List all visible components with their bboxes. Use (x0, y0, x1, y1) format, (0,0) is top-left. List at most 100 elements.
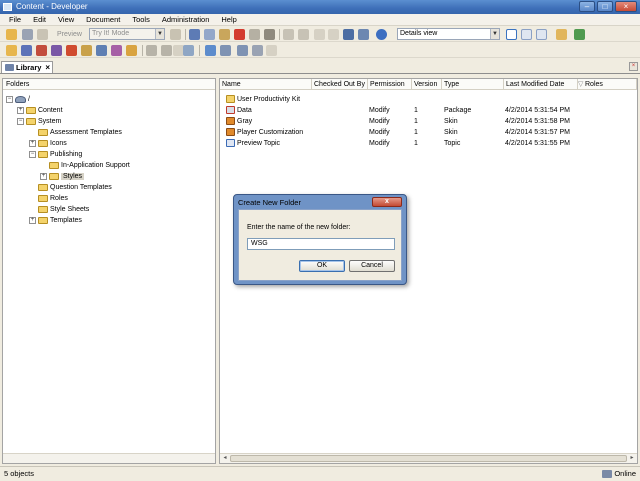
table-row[interactable]: Player Customization Modify 1 Skin 4/2/2… (220, 127, 637, 138)
dropdown-icon[interactable] (266, 45, 277, 56)
view-combo[interactable]: Details view ▼ (397, 28, 500, 40)
workflow-icon[interactable] (237, 45, 248, 56)
ok-button[interactable]: OK (299, 260, 345, 272)
details-view-icon[interactable] (506, 29, 517, 40)
record-icon[interactable] (170, 29, 181, 40)
expand-icon[interactable] (314, 29, 325, 40)
type-cell: Package (444, 107, 472, 114)
check-in-icon[interactable] (205, 45, 216, 56)
new-package-icon[interactable] (81, 45, 92, 56)
menu-tools[interactable]: Tools (126, 14, 156, 25)
new-folder-icon[interactable] (6, 45, 17, 56)
tree-item-templates[interactable]: + Templates (29, 215, 82, 226)
tree-item-in-application-support[interactable]: In-Application Support (49, 160, 130, 171)
menu-view[interactable]: View (52, 14, 80, 25)
close-tab-icon[interactable]: × (45, 62, 50, 73)
mode-combo[interactable]: Try It! Mode ▼ (89, 28, 165, 40)
version-cell: 1 (414, 140, 418, 147)
collapse-icon[interactable] (328, 29, 339, 40)
expand-icon[interactable]: + (29, 216, 36, 224)
collapse-icon[interactable]: − (17, 117, 24, 125)
undo-icon[interactable] (283, 29, 294, 40)
tree-item-question-templates[interactable]: Question Templates (38, 182, 112, 193)
copy-icon[interactable] (204, 29, 215, 40)
scroll-right-icon[interactable]: ▸ (627, 454, 637, 463)
spellcheck-icon[interactable] (358, 29, 369, 40)
properties-icon[interactable] (249, 29, 260, 40)
column-header-version[interactable]: Version (412, 79, 442, 90)
scroll-left-icon[interactable]: ◂ (220, 454, 230, 463)
save-icon[interactable] (22, 29, 33, 40)
column-header-checked-out-by[interactable]: Checked Out By (312, 79, 368, 90)
split-view-icon[interactable] (521, 29, 532, 40)
column-header-name[interactable]: Name (220, 79, 312, 90)
column-header-roles[interactable]: ▽ Roles (578, 79, 637, 90)
preview-button[interactable]: Preview (57, 29, 82, 40)
find-icon[interactable] (264, 29, 275, 40)
paste-icon[interactable] (219, 29, 230, 40)
table-row[interactable]: User Productivity Kit (220, 94, 637, 105)
open-icon[interactable] (6, 29, 17, 40)
tree-item-styles[interactable]: + Styles (40, 171, 85, 182)
new-question-icon[interactable] (96, 45, 107, 56)
new-glossary-icon[interactable] (126, 45, 137, 56)
edit-icon[interactable] (183, 45, 194, 56)
delete-icon[interactable] (234, 29, 245, 40)
folder-icon (38, 216, 48, 224)
minimize-button[interactable]: – (579, 1, 595, 12)
folder-name-input[interactable]: WSG (247, 238, 395, 250)
maximize-button[interactable]: □ (597, 1, 613, 12)
tree-item-content[interactable]: + Content (17, 105, 63, 116)
cancel-button[interactable]: Cancel (349, 260, 395, 272)
attachment-icon[interactable] (161, 45, 172, 56)
close-panel-icon[interactable]: × (629, 62, 638, 71)
table-row[interactable]: Data Modify 1 Package 4/2/2014 5:31:54 P… (220, 105, 637, 116)
menu-administration[interactable]: Administration (156, 14, 216, 25)
columns-view-icon[interactable] (536, 29, 547, 40)
tree-item-system[interactable]: − System (17, 116, 61, 127)
redo-icon[interactable] (298, 29, 309, 40)
history-icon[interactable] (252, 45, 263, 56)
new-assessment-icon[interactable] (111, 45, 122, 56)
column-header-permission[interactable]: Permission (368, 79, 412, 90)
table-row[interactable]: Gray Modify 1 Skin 4/2/2014 5:31:58 PM (220, 116, 637, 127)
menu-help[interactable]: Help (215, 14, 242, 25)
new-section-icon[interactable] (36, 45, 47, 56)
tree-item-icons[interactable]: + Icons (29, 138, 67, 149)
expand-icon[interactable]: + (29, 139, 36, 147)
publish-icon[interactable] (37, 29, 48, 40)
tree-item-publishing[interactable]: − Publishing (29, 149, 82, 160)
link-icon[interactable] (146, 45, 157, 56)
layout-icon[interactable] (556, 29, 567, 40)
tree-item-assessment-templates[interactable]: Assessment Templates (38, 127, 122, 138)
new-topic-icon[interactable] (51, 45, 62, 56)
scroll-thumb[interactable] (230, 455, 627, 462)
tree-item-style-sheets[interactable]: Style Sheets (38, 204, 89, 215)
new-module-icon[interactable] (21, 45, 32, 56)
refresh-icon[interactable] (574, 29, 585, 40)
tree-item-roles[interactable]: Roles (38, 193, 68, 204)
cut-icon[interactable] (189, 29, 200, 40)
menu-document[interactable]: Document (80, 14, 126, 25)
collapse-icon[interactable]: − (6, 95, 13, 103)
menu-edit[interactable]: Edit (27, 14, 52, 25)
binoculars-icon[interactable] (343, 29, 354, 40)
folders-horizontal-scrollbar[interactable] (3, 453, 215, 463)
tree-root[interactable]: − / (6, 94, 30, 105)
column-header-last-modified[interactable]: Last Modified Date (504, 79, 578, 90)
expand-icon[interactable]: + (40, 172, 47, 180)
tree-label: System (38, 118, 62, 125)
close-dialog-button[interactable]: x (372, 197, 402, 207)
help-icon[interactable] (376, 29, 387, 40)
table-row[interactable]: Preview Topic Modify 1 Topic 4/2/2014 5:… (220, 138, 637, 149)
menu-file[interactable]: File (0, 14, 27, 25)
column-header-type[interactable]: Type (442, 79, 504, 90)
close-window-button[interactable]: × (615, 1, 637, 12)
tab-library[interactable]: Library × (1, 61, 53, 73)
new-web-page-icon[interactable] (66, 45, 77, 56)
list-horizontal-scrollbar[interactable]: ◂ ▸ (220, 453, 637, 463)
check-out-icon[interactable] (220, 45, 231, 56)
expand-icon[interactable]: + (17, 106, 24, 114)
tab-bar: Library × × (0, 60, 640, 73)
collapse-icon[interactable]: − (29, 150, 36, 158)
